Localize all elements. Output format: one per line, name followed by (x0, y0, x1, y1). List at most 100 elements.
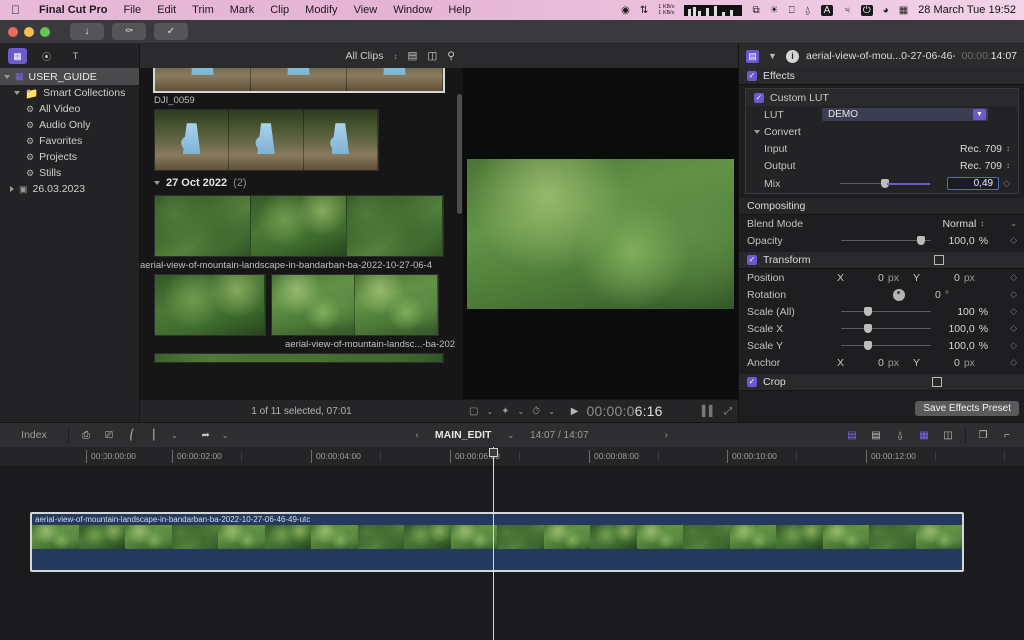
mix-value-group[interactable]: 0,49 ◇ (947, 177, 1018, 190)
index-icon[interactable]: ◫ (941, 429, 955, 441)
viewer-stage[interactable] (463, 68, 738, 399)
transform-section-header[interactable]: ✓ Transform (739, 252, 1024, 269)
timeline-project-name[interactable]: MAIN_EDIT (435, 429, 492, 441)
chevron-down-icon[interactable]: ⌄ (507, 431, 514, 440)
keyboard-layout-icon[interactable]: A (820, 4, 834, 16)
chevron-down-icon[interactable] (754, 129, 760, 134)
connect-clip-icon[interactable]: ⎙ (79, 429, 93, 441)
info-inspector-icon[interactable]: i (786, 49, 799, 63)
scale-all-slider[interactable] (841, 306, 931, 317)
insert-clip-icon[interactable]: ⎚ (102, 429, 116, 441)
chevron-down-icon[interactable]: ⌄ (1010, 219, 1017, 228)
effects-browser-tab[interactable]: ⦿ (37, 48, 56, 64)
position-y-value[interactable]: 0 (954, 272, 960, 284)
transform-onscreen-control-icon[interactable] (934, 255, 945, 265)
apple-icon[interactable]:  (0, 4, 31, 16)
keyframe-icon[interactable]: ◇ (1010, 357, 1024, 368)
fullscreen-timeline-icon[interactable]: ⌐ (1000, 429, 1014, 441)
filter-stepper-icon[interactable]: ↕ (393, 52, 397, 61)
keyframe-icon[interactable]: ◇ (1003, 178, 1010, 189)
overwrite-clip-icon[interactable]: ⎜ (148, 429, 162, 441)
keyframe-icon[interactable]: ◇ (1010, 323, 1017, 334)
scale-all-slider-knob[interactable] (864, 307, 873, 316)
save-effects-preset-button[interactable]: Save Effects Preset (915, 401, 1019, 416)
airplay-icon[interactable]: ⧉ (752, 5, 759, 16)
anchor-x-value[interactable]: 0 (878, 357, 884, 369)
browser-filter-label[interactable]: All Clips (346, 50, 384, 62)
append-clip-icon[interactable]: ⎛ (125, 429, 139, 441)
filmstrip-clip-partial[interactable] (154, 353, 444, 363)
opacity-value-group[interactable]: 100,0 % ◇ (948, 235, 1024, 247)
filmstrip-clip-aerial-1[interactable] (154, 195, 444, 257)
menu-item-modify[interactable]: Modify (297, 4, 345, 16)
search-icon[interactable]: ⚲ (447, 50, 455, 62)
sidebar-item-favorites[interactable]: ⚙ Favorites (0, 133, 139, 149)
wifi-icon[interactable]: ◕ (883, 5, 889, 16)
brightness-icon[interactable]: ☀ (770, 5, 779, 16)
color-inspector-icon[interactable]: ▼ (766, 50, 779, 63)
sidebar-item-all-video[interactable]: ⚙ All Video (0, 101, 139, 117)
timeline-clip[interactable]: aerial-view-of-mountain-landscape-in-ban… (30, 512, 964, 572)
sidebar-item-projects[interactable]: ⚙ Projects (0, 149, 139, 165)
audio-meter-icon[interactable]: ▌▌ (702, 406, 716, 417)
import-media-button[interactable]: ↓ (70, 23, 104, 40)
library-browser-tab[interactable]: ▦ (8, 48, 27, 64)
network-activity-icon[interactable]: ⇅ (640, 5, 648, 16)
list-view-icon[interactable]: ◫ (427, 50, 437, 62)
prev-project-button[interactable]: ‹ (415, 429, 419, 441)
menu-item-help[interactable]: Help (440, 4, 479, 16)
chevron-down-icon[interactable] (14, 91, 20, 95)
menu-item-mark[interactable]: Mark (222, 4, 262, 16)
custom-lut-checkbox[interactable]: ✓ (754, 92, 764, 103)
custom-lut-header[interactable]: ✓ Custom LUT (746, 89, 1018, 106)
filmstrip-view-icon[interactable]: ▤ (407, 50, 417, 62)
chevron-down-icon[interactable]: ⌄ (486, 407, 493, 416)
filmstrip-clip-dji[interactable] (154, 109, 379, 171)
stepper-icon[interactable]: ↕ (1006, 144, 1010, 153)
browser-clip-list[interactable]: DJI_0059 27 Oct 2022 (2) aerial-view-of-… (140, 68, 463, 399)
anchor-y-value[interactable]: 0 (954, 357, 960, 369)
play-icon[interactable]: ▶ (571, 406, 579, 417)
filmstrip-clip-aerial-3[interactable] (271, 274, 439, 336)
sidebar-group-smart-collections[interactable]: 📁 Smart Collections (0, 85, 139, 101)
control-center-icon[interactable]: ▦ (899, 5, 908, 16)
effects-checkbox[interactable]: ✓ (747, 71, 757, 81)
maximize-window-button[interactable] (40, 26, 50, 37)
battery-icon[interactable]: ⏻ (860, 4, 873, 16)
sidebar-item-event[interactable]: ▣ 26.03.2023 (0, 181, 139, 197)
chevron-down-icon[interactable]: ⌄ (518, 407, 525, 416)
sidebar-item-audio-only[interactable]: ⚙ Audio Only (0, 117, 139, 133)
filmstrip-clip-aerial-2[interactable] (154, 274, 266, 336)
headphones-icon[interactable]: ⍙ (893, 429, 907, 441)
rotation-value[interactable]: 0 (935, 289, 941, 301)
position-x-value[interactable]: 0 (878, 272, 884, 284)
sidebar-library-row[interactable]: ▦ USER_GUIDE (0, 68, 139, 85)
screen-record-icon[interactable]: ◉ (621, 5, 630, 16)
keyframe-icon[interactable]: ◇ (1010, 289, 1024, 300)
window-icon[interactable]: ❐ (976, 429, 990, 441)
mix-slider[interactable] (840, 178, 930, 189)
crop-onscreen-control-icon[interactable] (931, 377, 942, 387)
network-graph-icon[interactable] (684, 4, 743, 16)
chevron-down-icon[interactable]: ⌄ (548, 407, 555, 416)
scale-x-slider-knob[interactable] (864, 324, 873, 333)
menu-item-view[interactable]: View (346, 4, 386, 16)
effects-section-header[interactable]: ✓ Effects (739, 68, 1024, 85)
crop-checkbox[interactable]: ✓ (747, 377, 757, 387)
mix-value-input[interactable]: 0,49 (947, 177, 1000, 190)
browser-scrollbar[interactable] (457, 94, 462, 214)
stepper-icon[interactable]: ↕ (980, 219, 984, 228)
menu-item-window[interactable]: Window (385, 4, 440, 16)
minimize-window-button[interactable] (24, 26, 34, 37)
output-value-group[interactable]: Rec. 709 ↕ (960, 160, 1018, 172)
tool-select-icon[interactable]: ➦ (199, 429, 213, 441)
sidebar-item-stills[interactable]: ⚙ Stills (0, 165, 139, 181)
date-group-header[interactable]: 27 Oct 2022 (2) (140, 171, 463, 195)
checkmark-button[interactable]: ✓ (154, 23, 188, 40)
chevron-down-icon[interactable]: ▼ (973, 109, 986, 120)
convert-row[interactable]: Convert (746, 123, 1018, 140)
lut-dropdown[interactable]: DEMO ▼ (822, 108, 988, 121)
headphones-icon[interactable]: ⍙ (805, 5, 811, 16)
timeline-ruler[interactable]: 00:00:00:00 00:00:02:00 00:00:04:00 00:0… (0, 447, 1024, 467)
trim-icon[interactable]: ▤ (869, 429, 883, 441)
